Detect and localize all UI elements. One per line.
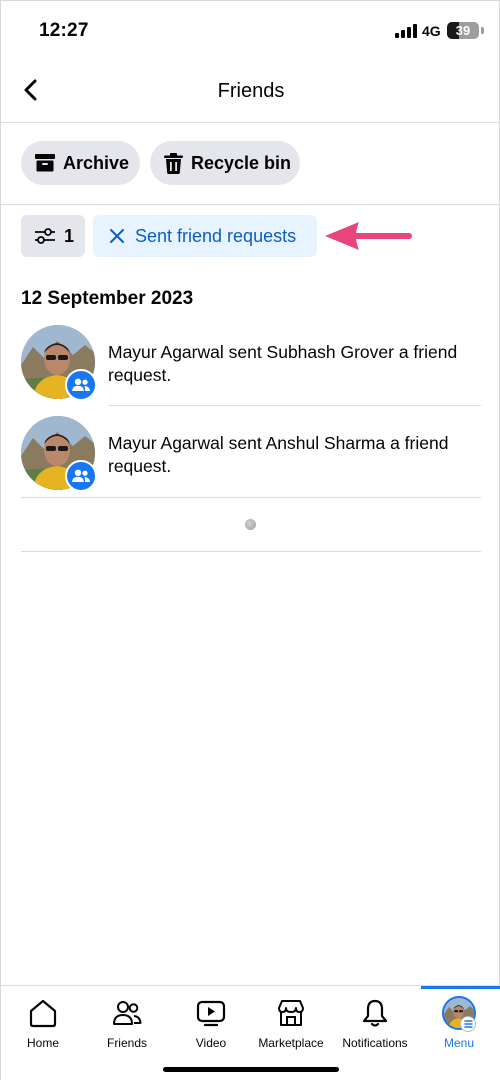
sliders-icon	[35, 228, 55, 244]
nav-label: Home	[26, 1036, 59, 1050]
divider	[21, 551, 481, 552]
activity-text: Mayur Agarwal sent Anshul Sharma a frien…	[108, 433, 449, 476]
action-row: Archive Recycle bin	[1, 123, 500, 205]
bell-icon	[362, 999, 388, 1027]
battery-tip	[481, 27, 484, 34]
avatar-container	[21, 416, 97, 492]
activity-item[interactable]: Mayur Agarwal sent Subhash Grover a frie…	[1, 325, 500, 417]
home-indicator	[163, 1067, 339, 1072]
friends-icon	[72, 469, 90, 482]
archive-box-icon	[35, 154, 55, 172]
pointer-arrow-icon	[325, 222, 412, 250]
archive-label: Archive	[63, 152, 130, 173]
divider	[21, 497, 481, 498]
friends-icon	[72, 378, 90, 391]
status-bar: 12:27 4G 39	[1, 1, 500, 61]
signal-icon	[395, 24, 417, 38]
nav-label: Video	[195, 1036, 227, 1050]
menu-lines-icon	[460, 1016, 476, 1032]
friends-icon	[113, 1001, 142, 1025]
nav-label: Notifications	[342, 1036, 408, 1050]
friends-badge	[65, 369, 97, 401]
nav-friends[interactable]: Friends	[85, 986, 169, 1056]
loading-spinner-icon	[245, 519, 256, 530]
recycle-bin-button[interactable]: Recycle bin	[150, 141, 300, 185]
filter-button[interactable]: 1	[21, 215, 85, 257]
divider	[108, 405, 481, 406]
home-icon	[29, 999, 57, 1028]
nav-marketplace[interactable]: Marketplace	[249, 986, 333, 1056]
close-icon[interactable]	[109, 228, 125, 244]
nav-label: Menu	[443, 1036, 475, 1050]
avatar-container	[21, 325, 97, 401]
page-title: Friends	[217, 80, 285, 102]
battery-level: 39	[455, 23, 471, 38]
nav-notifications[interactable]: Notifications	[333, 986, 417, 1056]
bottom-nav: Home Friends Video Marketplace Notificat…	[1, 985, 500, 1080]
battery-icon: 39	[447, 22, 479, 39]
screen: 12:27 4G 39 Friends Archive Recycle bin …	[0, 0, 500, 1080]
network-type: 4G	[422, 23, 441, 39]
marketplace-icon	[278, 1000, 304, 1026]
nav-label: Friends	[106, 1036, 147, 1050]
friends-badge	[65, 460, 97, 492]
video-icon	[196, 1000, 226, 1027]
sent-requests-chip[interactable]: Sent friend requests	[93, 215, 317, 257]
status-time: 12:27	[39, 20, 89, 41]
nav-menu[interactable]: Menu	[417, 986, 500, 1056]
chip-label: Sent friend requests	[135, 225, 297, 246]
nav-label: Marketplace	[258, 1036, 324, 1050]
trash-icon	[164, 152, 183, 174]
nav-home[interactable]: Home	[1, 986, 85, 1056]
activity-item[interactable]: Mayur Agarwal sent Anshul Sharma a frien…	[1, 416, 500, 508]
recycle-bin-label: Recycle bin	[191, 152, 292, 173]
filter-count: 1	[64, 225, 75, 246]
nav-video[interactable]: Video	[169, 986, 253, 1056]
header: Friends	[1, 61, 500, 123]
activity-text: Mayur Agarwal sent Subhash Grover a frie…	[108, 342, 458, 385]
date-heading: 12 September 2023	[21, 288, 194, 309]
archive-button[interactable]: Archive	[21, 141, 140, 185]
